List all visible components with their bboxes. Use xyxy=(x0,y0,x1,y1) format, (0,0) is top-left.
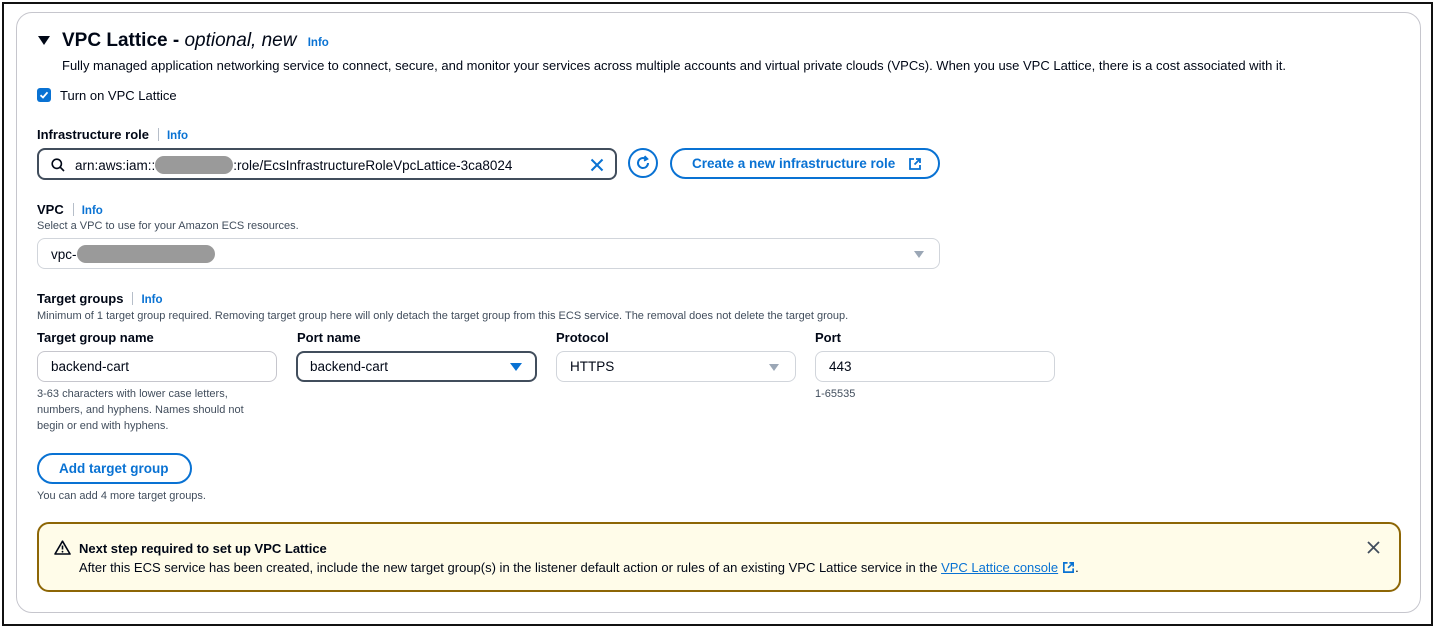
vpc-lattice-console-link[interactable]: VPC Lattice console xyxy=(941,560,1058,575)
add-target-group-label: Add target group xyxy=(59,461,169,476)
infra-role-info-link[interactable]: Info xyxy=(167,130,188,142)
col-port: Port xyxy=(815,330,841,345)
infra-role-value-suffix: :role/EcsInfrastructureRoleVpcLattice-3c… xyxy=(233,158,513,173)
infra-role-search-input[interactable]: arn:aws:iam:::role/EcsInfrastructureRole… xyxy=(37,148,617,180)
alert-body-end: . xyxy=(1075,560,1079,575)
alert-body-text: After this ECS service has been created,… xyxy=(79,560,942,575)
target-groups-description: Minimum of 1 target group required. Remo… xyxy=(37,310,849,322)
external-link-icon xyxy=(909,158,921,170)
dropdown-caret-icon xyxy=(914,251,924,258)
search-icon xyxy=(51,158,65,172)
dismiss-alert-icon[interactable] xyxy=(1367,541,1380,554)
section-title-italic: optional, new xyxy=(184,30,297,51)
port-hint: 1-65535 xyxy=(815,388,856,400)
add-target-group-button[interactable]: Add target group xyxy=(37,453,192,484)
alert-title: Next step required to set up VPC Lattice xyxy=(79,541,327,556)
vpc-value: vpc- xyxy=(51,245,215,263)
checkbox-label[interactable]: Turn on VPC Lattice xyxy=(60,88,177,103)
infra-role-label-text: Infrastructure role xyxy=(37,127,149,142)
port-value: 443 xyxy=(829,359,852,374)
vpc-select[interactable]: vpc- xyxy=(37,238,940,269)
add-target-group-hint: You can add 4 more target groups. xyxy=(37,490,206,502)
section-title-text: VPC Lattice - xyxy=(62,30,185,51)
refresh-button[interactable] xyxy=(628,148,658,178)
section-description: Fully managed application networking ser… xyxy=(62,58,1287,73)
name-hint-line-1: 3-63 characters with lower case letters, xyxy=(37,388,228,400)
vpc-value-prefix: vpc- xyxy=(51,247,77,262)
infra-role-value: arn:aws:iam:::role/EcsInfrastructureRole… xyxy=(75,156,512,174)
section-title[interactable]: VPC Lattice - optional, new Info xyxy=(62,30,329,52)
target-groups-label: Target groups Info xyxy=(37,291,163,306)
port-name-value: backend-cart xyxy=(310,359,389,374)
target-group-name-hint: 3-63 characters with lower case letters,… xyxy=(37,386,244,434)
col-target-group-name: Target group name xyxy=(37,330,154,345)
target-groups-label-text: Target groups xyxy=(37,291,124,306)
col-port-name: Port name xyxy=(297,330,361,345)
target-group-name-input[interactable]: backend-cart xyxy=(37,351,277,382)
port-input[interactable]: 443 xyxy=(815,351,1055,382)
create-infra-role-label: Create a new infrastructure role xyxy=(692,156,896,171)
alert-body: After this ECS service has been created,… xyxy=(79,560,1079,575)
dropdown-caret-icon xyxy=(510,363,522,371)
name-hint-line-3: begin or end with hyphens. xyxy=(37,420,169,432)
create-infra-role-button[interactable]: Create a new infrastructure role xyxy=(670,148,940,179)
redacted-vpc-id xyxy=(76,245,215,263)
turn-on-vpc-lattice-checkbox[interactable] xyxy=(37,88,51,102)
target-group-name-value: backend-cart xyxy=(51,359,130,374)
dropdown-caret-icon xyxy=(769,364,779,371)
port-name-select[interactable]: backend-cart xyxy=(296,351,537,382)
warning-icon xyxy=(54,540,71,555)
refresh-icon xyxy=(637,155,650,169)
vpc-label-text: VPC xyxy=(37,202,64,217)
collapse-caret-icon[interactable] xyxy=(38,36,50,45)
protocol-value: HTTPS xyxy=(570,359,615,374)
section-info-link[interactable]: Info xyxy=(308,37,329,49)
clear-icon[interactable] xyxy=(590,158,604,172)
col-protocol: Protocol xyxy=(556,330,609,345)
check-icon xyxy=(39,91,49,99)
target-groups-info-link[interactable]: Info xyxy=(141,294,162,306)
vpc-info-link[interactable]: Info xyxy=(82,205,103,217)
vpc-description: Select a VPC to use for your Amazon ECS … xyxy=(37,220,299,232)
protocol-select[interactable]: HTTPS xyxy=(556,351,796,382)
infra-role-value-prefix: arn:aws:iam:: xyxy=(75,158,156,173)
warning-alert xyxy=(37,522,1401,592)
external-link-icon[interactable] xyxy=(1062,561,1075,574)
vpc-label: VPC Info xyxy=(37,202,103,217)
infra-role-label: Infrastructure role Info xyxy=(37,127,188,142)
redacted-account-id xyxy=(155,156,234,174)
name-hint-line-2: numbers, and hyphens. Names should not xyxy=(37,404,244,416)
